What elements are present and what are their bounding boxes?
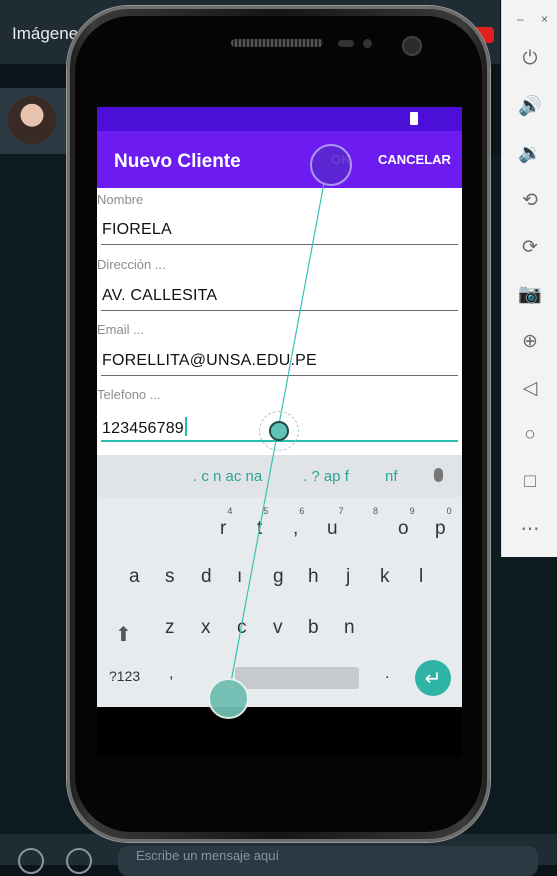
- touch-indicator-ok: [310, 144, 352, 186]
- key-i-hint: 8: [372, 506, 378, 516]
- rotate-left-icon[interactable]: ⟲: [516, 186, 544, 214]
- comma-key[interactable]: ,: [169, 665, 173, 683]
- soft-keyboard: . c n ac na . ? ap f nf r4 t5 ,6 u7 8 o9…: [97, 455, 462, 707]
- speaker-grille: [231, 39, 323, 47]
- telefono-field[interactable]: 123456789: [102, 417, 187, 438]
- microphone-icon[interactable]: [434, 468, 443, 482]
- navigation-area: [97, 707, 462, 757]
- symbols-key[interactable]: ?123: [109, 668, 140, 684]
- avatar[interactable]: [8, 96, 56, 144]
- key-t-hint: 5: [263, 506, 269, 516]
- suggestion-2[interactable]: . ? ap f: [303, 468, 349, 485]
- period-key[interactable]: .: [385, 665, 389, 683]
- direccion-field[interactable]: AV. CALLESITA: [102, 287, 217, 305]
- key-n[interactable]: n: [344, 617, 355, 639]
- emoji-icon[interactable]: [18, 848, 44, 874]
- shift-icon[interactable]: ⬆: [115, 622, 137, 646]
- telefono-label: Telefono ...: [97, 387, 161, 402]
- key-c[interactable]: c: [237, 617, 247, 639]
- volume-up-icon[interactable]: 🔊: [516, 92, 544, 120]
- close-icon[interactable]: ×: [541, 12, 548, 26]
- emulator-control-panel: – × ⏻ 🔊 🔉 ⟲ ⟳ 📷 ⊕ ◁ ○ □ ⋯: [501, 0, 557, 557]
- key-comma-top[interactable]: ,6: [293, 506, 304, 540]
- camera-icon[interactable]: 📷: [516, 280, 544, 308]
- background-app-title: Imágene: [12, 24, 79, 43]
- key-r[interactable]: r4: [220, 506, 232, 540]
- enter-icon[interactable]: ↵: [415, 660, 451, 696]
- cancel-button[interactable]: CANCELAR: [378, 152, 451, 167]
- back-icon[interactable]: ◁: [516, 374, 544, 402]
- battery-icon: [410, 112, 418, 125]
- suggestion-strip: . c n ac na . ? ap f nf: [97, 455, 462, 497]
- nombre-underline: [101, 244, 458, 245]
- key-x[interactable]: x: [201, 617, 211, 639]
- more-icon[interactable]: ⋯: [516, 515, 544, 543]
- key-o[interactable]: o9: [398, 506, 415, 540]
- status-bar: [97, 107, 462, 131]
- key-u-hint: 7: [338, 506, 344, 516]
- direccion-label: Dirección ...: [97, 257, 166, 272]
- nombre-field[interactable]: FIORELA: [102, 221, 172, 239]
- key-r-label: r: [220, 518, 227, 539]
- sensor: [338, 40, 354, 47]
- attach-icon[interactable]: [66, 848, 92, 874]
- message-input[interactable]: Escribe un mensaje aquí: [118, 846, 538, 876]
- key-z[interactable]: z: [165, 617, 175, 639]
- key-p-label: p: [435, 518, 446, 539]
- key-d[interactable]: d: [201, 566, 212, 588]
- app-bar: Nuevo Cliente OK CANCELAR: [97, 131, 462, 188]
- page-title: Nuevo Cliente: [114, 151, 241, 172]
- home-icon[interactable]: ○: [516, 421, 544, 449]
- volume-down-icon[interactable]: 🔉: [516, 139, 544, 167]
- key-t[interactable]: t5: [257, 506, 268, 540]
- key-a[interactable]: a: [129, 566, 140, 588]
- key-s[interactable]: s: [165, 566, 175, 588]
- key-f[interactable]: ı: [237, 566, 242, 588]
- front-camera: [404, 38, 420, 54]
- suggestion-3[interactable]: nf: [385, 468, 398, 485]
- key-p-hint: 0: [446, 506, 452, 516]
- key-b[interactable]: b: [308, 617, 319, 639]
- rotate-right-icon[interactable]: ⟳: [516, 233, 544, 261]
- email-underline: [101, 375, 458, 376]
- key-comma-top-label: ,: [293, 518, 299, 539]
- key-l[interactable]: l: [419, 566, 423, 588]
- minimize-icon[interactable]: –: [517, 12, 524, 26]
- key-r-hint: 4: [227, 506, 233, 516]
- suggestion-1[interactable]: . c n ac na: [193, 468, 262, 485]
- email-label: Email ...: [97, 322, 144, 337]
- zoom-in-icon[interactable]: ⊕: [516, 327, 544, 355]
- key-v[interactable]: v: [273, 617, 283, 639]
- overview-icon[interactable]: □: [516, 468, 544, 496]
- nombre-label: Nombre: [97, 192, 144, 207]
- telefono-value: 123456789: [102, 420, 184, 437]
- text-cursor: [184, 417, 187, 436]
- email-field[interactable]: FORELLITA@UNSA.EDU.PE: [102, 352, 317, 370]
- key-t-label: t: [257, 518, 263, 539]
- space-bar[interactable]: [235, 667, 359, 689]
- key-p[interactable]: p0: [435, 506, 452, 540]
- key-h[interactable]: h: [308, 566, 319, 588]
- key-comma-top-hint: 6: [299, 506, 305, 516]
- key-g[interactable]: g: [273, 566, 284, 588]
- touch-indicator-bottom: [208, 678, 249, 719]
- key-u[interactable]: u7: [327, 506, 344, 540]
- key-j[interactable]: j: [346, 566, 350, 588]
- direccion-underline: [101, 310, 458, 311]
- power-icon[interactable]: ⏻: [516, 45, 544, 73]
- key-o-label: o: [398, 518, 409, 539]
- key-k[interactable]: k: [380, 566, 390, 588]
- touch-indicator-middle: [269, 421, 289, 441]
- key-u-label: u: [327, 518, 338, 539]
- key-o-hint: 9: [409, 506, 415, 516]
- sensor-dot: [363, 39, 372, 48]
